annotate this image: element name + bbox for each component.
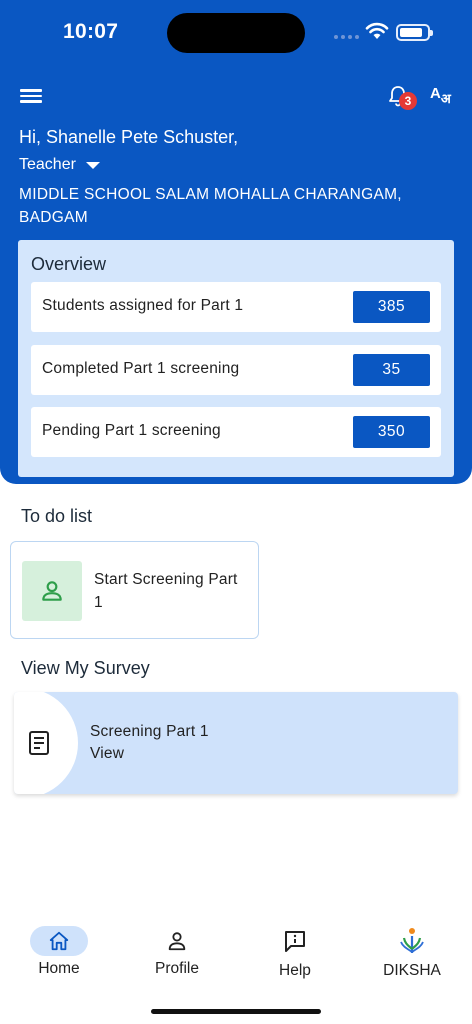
overview-row-pending[interactable]: Pending Part 1 screening 350 [31, 407, 441, 457]
todo-icon-box [22, 561, 82, 621]
nav-item-home[interactable]: Home [9, 920, 109, 978]
survey-title: Screening Part 1 [90, 723, 209, 740]
caret-down-icon [85, 161, 100, 169]
overview-row-value: 385 [353, 291, 430, 323]
header-panel: 10:07 3 Aअ Hi, Shanelle Pete Schuster, T… [0, 0, 472, 484]
nav-label: Home [38, 960, 80, 977]
person-icon [42, 581, 62, 601]
overview-row-completed[interactable]: Completed Part 1 screening 35 [31, 345, 441, 395]
dynamic-island [167, 13, 305, 53]
cellular-signal-icon [334, 35, 359, 39]
status-time: 10:07 [63, 20, 119, 43]
diksha-logo-icon [400, 928, 424, 953]
overview-row-value: 35 [353, 354, 430, 386]
help-icon [285, 931, 305, 952]
todo-label: Start Screening Part 1 [94, 571, 238, 611]
notification-button[interactable]: 3 [386, 84, 417, 110]
document-icon [29, 731, 49, 755]
school-name: MIDDLE SCHOOL SALAM MOHALLA CHARANGAM, B… [19, 186, 402, 226]
home-icon [49, 931, 69, 951]
survey-card-screening-part-1[interactable]: Screening Part 1 View [14, 692, 458, 794]
todo-card-start-screening[interactable]: Start Screening Part 1 [10, 541, 259, 639]
app-screen: 10:07 3 Aअ Hi, Shanelle Pete Schuster, T… [0, 0, 472, 1024]
status-bar: 10:07 [0, 0, 472, 62]
nav-label: Help [279, 962, 311, 979]
nav-icon-holder [148, 926, 206, 956]
nav-icon-holder [266, 926, 324, 956]
todo-section-title: To do list [21, 506, 93, 526]
nav-item-profile[interactable]: Profile [127, 920, 227, 978]
lang-icon-latin: A [430, 85, 441, 102]
lang-icon-devanagari: अ [440, 91, 451, 106]
overview-row-label: Students assigned for Part 1 [42, 297, 244, 314]
notification-count-badge: 3 [399, 92, 417, 110]
overview-title: Overview [31, 254, 107, 274]
nav-label: Profile [155, 960, 199, 977]
home-indicator [151, 1009, 321, 1014]
nav-active-indicator [30, 926, 88, 956]
battery-icon [396, 24, 433, 41]
survey-section-title: View My Survey [21, 658, 150, 678]
greeting-text: Hi, Shanelle Pete Schuster, [19, 127, 239, 147]
overview-row-assigned[interactable]: Students assigned for Part 1 385 [31, 282, 441, 332]
language-translate-icon[interactable]: Aअ [430, 84, 451, 106]
overview-card: Overview Students assigned for Part 1 38… [18, 240, 454, 477]
wifi-icon [365, 22, 389, 39]
nav-item-help[interactable]: Help [245, 920, 345, 980]
overview-row-label: Completed Part 1 screening [42, 360, 240, 377]
hamburger-menu-icon[interactable] [20, 86, 42, 106]
role-dropdown[interactable]: Teacher [19, 156, 100, 174]
profile-icon [168, 932, 186, 951]
bottom-navigation: Home Profile Help DIKSHA [0, 920, 472, 990]
nav-label: DIKSHA [383, 962, 441, 979]
role-label: Teacher [19, 156, 76, 173]
nav-item-diksha[interactable]: DIKSHA [362, 920, 462, 980]
nav-icon-holder [383, 926, 441, 956]
overview-row-value: 350 [353, 416, 430, 448]
overview-row-label: Pending Part 1 screening [42, 422, 221, 439]
survey-view-link[interactable]: View [90, 745, 124, 763]
